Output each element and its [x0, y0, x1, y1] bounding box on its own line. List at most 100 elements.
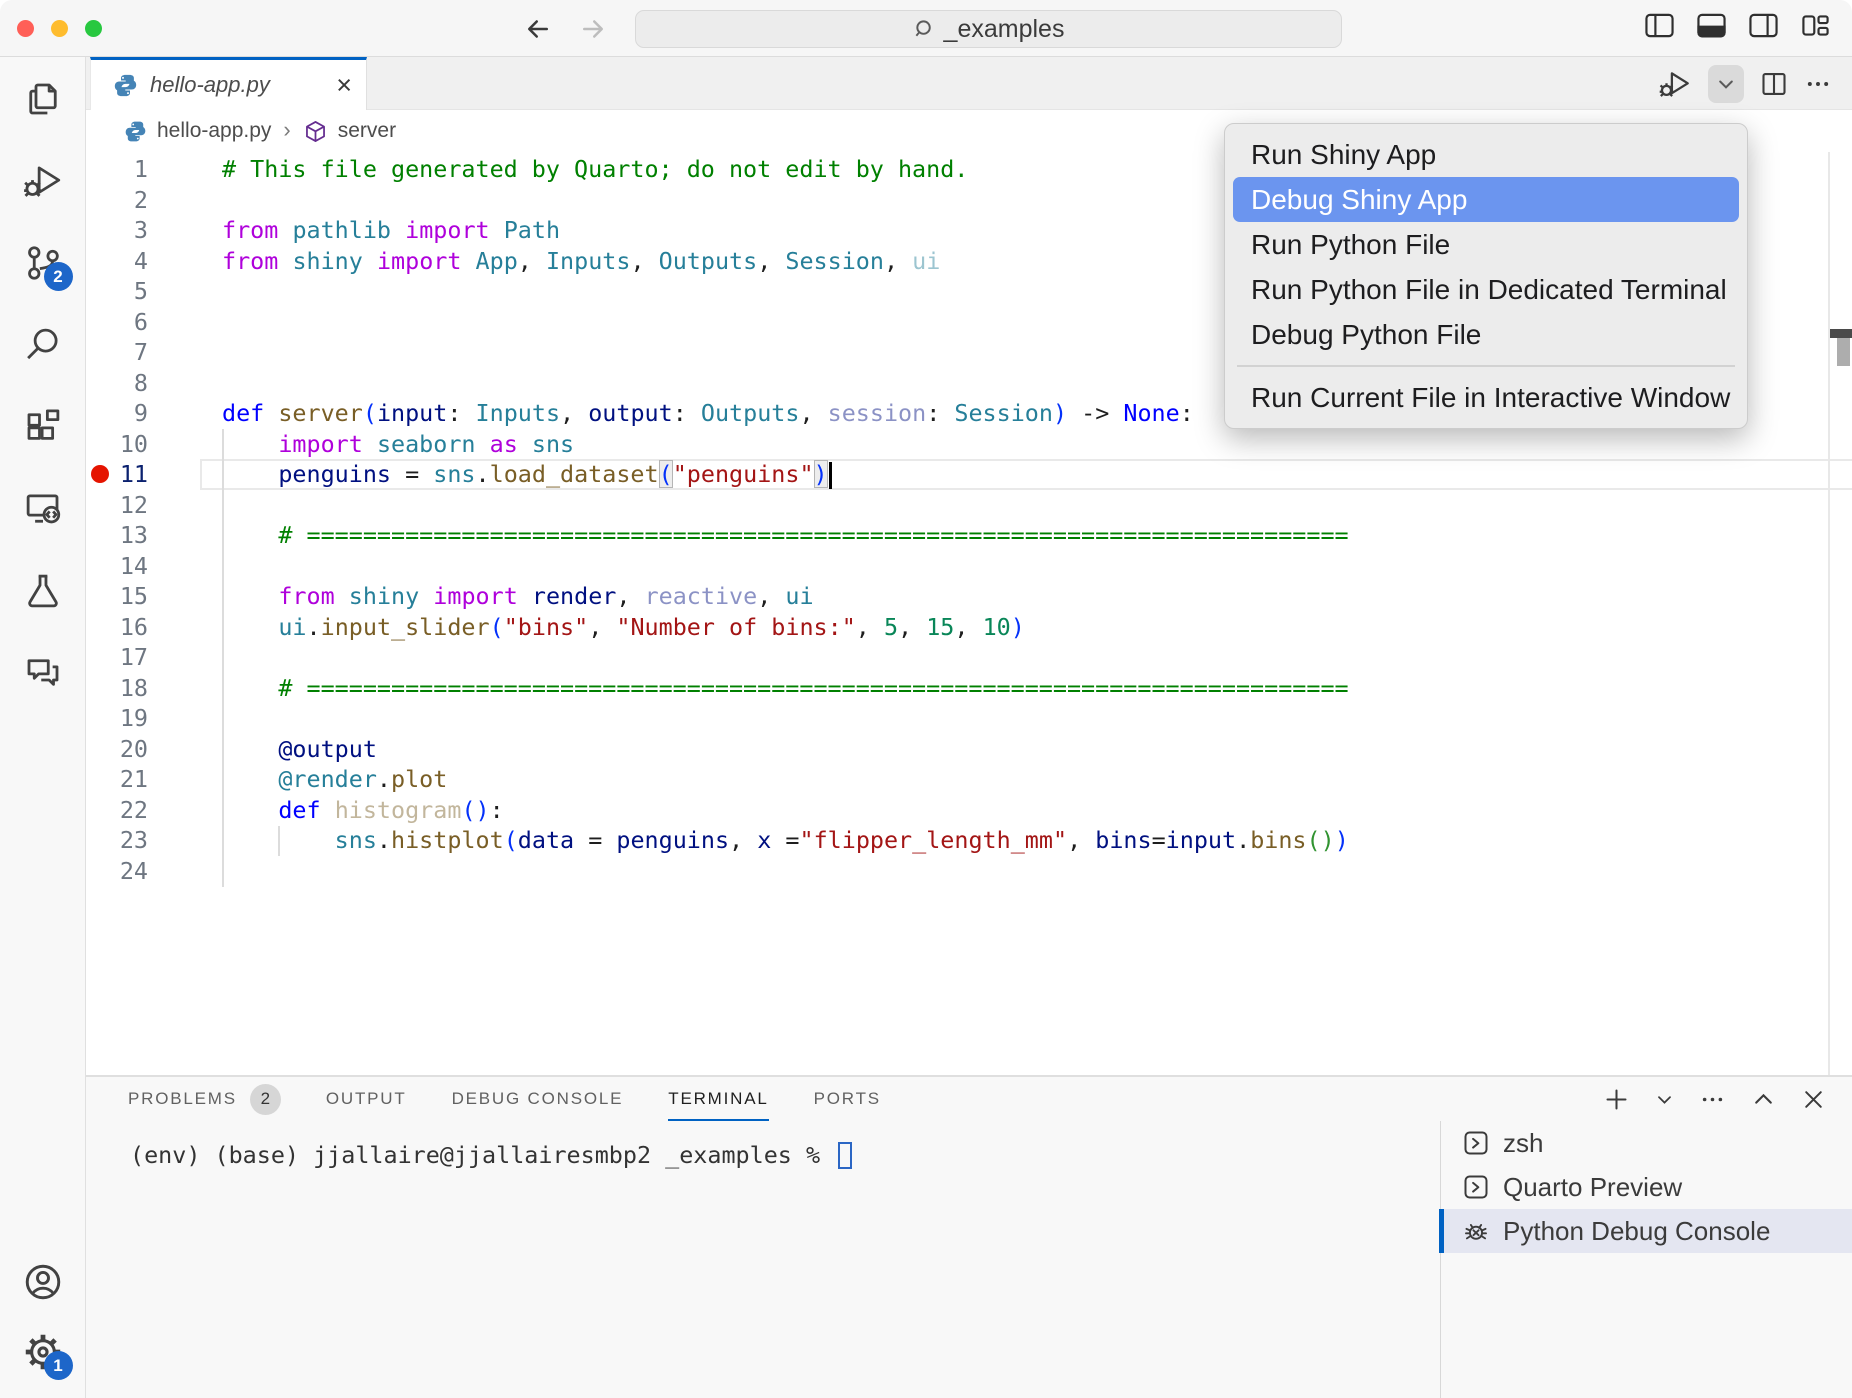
testing-icon[interactable] — [19, 567, 67, 615]
close-tab-icon[interactable]: × — [336, 72, 352, 99]
terminal-list-item-python-debug-console[interactable]: Python Debug Console — [1441, 1209, 1852, 1253]
terminal-list-item-zsh[interactable]: zsh — [1441, 1121, 1852, 1165]
comments-icon[interactable] — [19, 649, 67, 697]
line-number: 15 — [86, 581, 148, 612]
explorer-icon[interactable] — [19, 75, 67, 123]
gutter[interactable]: 23 — [86, 825, 222, 856]
code-line[interactable]: 15 from shiny import render, reactive, u… — [86, 581, 1852, 612]
code-line[interactable]: 11 penguins = sns.load_dataset("penguins… — [86, 459, 1852, 490]
line-number: 19 — [86, 703, 148, 734]
gutter[interactable]: 11 — [86, 459, 222, 490]
line-number: 3 — [86, 215, 148, 246]
split-editor-icon[interactable] — [1760, 70, 1788, 98]
gutter[interactable]: 2 — [86, 185, 222, 216]
gutter[interactable]: 16 — [86, 612, 222, 643]
forward-arrow-icon[interactable] — [578, 14, 608, 44]
gutter[interactable]: 6 — [86, 307, 222, 338]
more-actions-icon[interactable] — [1804, 70, 1832, 98]
line-number: 13 — [86, 520, 148, 551]
code-line[interactable]: 21 @render.plot — [86, 764, 1852, 795]
debug-python-file-button[interactable] — [1658, 67, 1692, 101]
minimize-window-button[interactable] — [51, 20, 68, 37]
panel-more-actions-icon[interactable] — [1699, 1086, 1726, 1113]
terminal-prompt-text: (env) (base) jjallaire@jjallairesmbp2 _e… — [130, 1141, 834, 1169]
panel-tab-terminal[interactable]: TERMINAL — [668, 1077, 768, 1121]
gutter[interactable]: 21 — [86, 764, 222, 795]
gutter[interactable]: 14 — [86, 551, 222, 582]
source-control-icon[interactable]: 2 — [19, 239, 67, 287]
menu-item-debug-python-file[interactable]: Debug Python File — [1225, 312, 1747, 357]
gutter[interactable]: 12 — [86, 490, 222, 521]
menu-item-run-current-file-in-interactive-window[interactable]: Run Current File in Interactive Window — [1225, 375, 1747, 420]
command-center-search[interactable]: _examples — [635, 10, 1342, 48]
toggle-primary-sidebar-icon[interactable] — [1645, 13, 1674, 38]
gutter[interactable]: 5 — [86, 276, 222, 307]
gutter[interactable]: 4 — [86, 246, 222, 277]
gutter[interactable]: 13 — [86, 520, 222, 551]
bottom-panel: PROBLEMS2 OUTPUT DEBUG CONSOLE TERMINAL PORT… — [86, 1075, 1852, 1398]
overview-ruler-border — [1828, 152, 1830, 1080]
panel-tab-problems[interactable]: PROBLEMS2 — [128, 1077, 281, 1121]
gutter[interactable]: 3 — [86, 215, 222, 246]
menu-item-run-python-file-in-dedicated-terminal[interactable]: Run Python File in Dedicated Terminal — [1225, 267, 1747, 312]
gutter[interactable]: 9 — [86, 398, 222, 429]
tab-hello-app[interactable]: hello-app.py × — [90, 57, 367, 110]
remote-explorer-icon[interactable] — [19, 485, 67, 533]
terminal-profile-chevron-icon[interactable] — [1655, 1090, 1674, 1109]
gutter[interactable]: 19 — [86, 703, 222, 734]
line-number: 6 — [86, 307, 148, 338]
titlebar: _examples — [0, 0, 1852, 57]
code-line[interactable]: 12 — [86, 490, 1852, 521]
code-line[interactable]: 23 sns.histplot(data = penguins, x ="fli… — [86, 825, 1852, 856]
code-line[interactable]: 24 — [86, 856, 1852, 887]
zoom-window-button[interactable] — [85, 20, 102, 37]
code-line[interactable]: 13 # ===================================… — [86, 520, 1852, 551]
gutter[interactable]: 22 — [86, 795, 222, 826]
terminal-list-item-quarto-preview[interactable]: Quarto Preview — [1441, 1165, 1852, 1209]
code-line[interactable]: 19 — [86, 703, 1852, 734]
panel-tab-ports[interactable]: PORTS — [814, 1077, 881, 1121]
back-arrow-icon[interactable] — [523, 14, 553, 44]
code-line[interactable]: 20 @output — [86, 734, 1852, 765]
code-text: penguins = sns.load_dataset("penguins") — [222, 459, 1852, 490]
search-sidebar-icon[interactable] — [19, 321, 67, 369]
menu-item-run-shiny-app[interactable]: Run Shiny App — [1225, 132, 1747, 177]
menu-item-debug-shiny-app[interactable]: Debug Shiny App — [1233, 177, 1739, 222]
panel-tab-debug-console[interactable]: DEBUG CONSOLE — [452, 1077, 624, 1121]
close-window-button[interactable] — [17, 20, 34, 37]
panel-tab-output[interactable]: OUTPUT — [326, 1077, 407, 1121]
menu-item-run-python-file[interactable]: Run Python File — [1225, 222, 1747, 267]
code-line[interactable]: 18 # ===================================… — [86, 673, 1852, 704]
run-and-debug-icon[interactable] — [19, 157, 67, 205]
gutter[interactable]: 7 — [86, 337, 222, 368]
code-line[interactable]: 22 def histogram(): — [86, 795, 1852, 826]
toggle-secondary-sidebar-icon[interactable] — [1749, 13, 1778, 38]
gutter[interactable]: 8 — [86, 368, 222, 399]
gutter[interactable]: 18 — [86, 673, 222, 704]
run-options-chevron-icon[interactable] — [1708, 65, 1744, 103]
gutter[interactable]: 24 — [86, 856, 222, 887]
settings-gear-icon[interactable]: 1 — [19, 1328, 67, 1376]
code-line[interactable]: 17 — [86, 642, 1852, 673]
code-line[interactable]: 10 import seaborn as sns — [86, 429, 1852, 460]
terminal-instance-list: zshQuarto PreviewPython Debug Console — [1440, 1121, 1852, 1398]
customize-layout-icon[interactable] — [1801, 13, 1830, 38]
code-line[interactable]: 14 — [86, 551, 1852, 582]
account-icon[interactable] — [19, 1258, 67, 1306]
toggle-panel-icon[interactable] — [1697, 13, 1726, 38]
scrollbar-thumb[interactable] — [1837, 338, 1850, 366]
gutter[interactable]: 20 — [86, 734, 222, 765]
new-terminal-icon[interactable] — [1603, 1086, 1630, 1113]
code-line[interactable]: 16 ui.input_slider("bins", "Number of bi… — [86, 612, 1852, 643]
terminal-viewport[interactable]: (env) (base) jjallaire@jjallairesmbp2 _e… — [86, 1121, 1440, 1398]
maximize-panel-icon[interactable] — [1751, 1087, 1776, 1112]
breadcrumb-symbol[interactable]: server — [338, 119, 396, 143]
breadcrumb-file[interactable]: hello-app.py — [157, 119, 271, 143]
line-number: 10 — [86, 429, 148, 460]
gutter[interactable]: 17 — [86, 642, 222, 673]
gutter[interactable]: 1 — [86, 154, 222, 185]
close-panel-icon[interactable] — [1801, 1087, 1826, 1112]
gutter[interactable]: 15 — [86, 581, 222, 612]
extensions-icon[interactable] — [19, 403, 67, 451]
gutter[interactable]: 10 — [86, 429, 222, 460]
